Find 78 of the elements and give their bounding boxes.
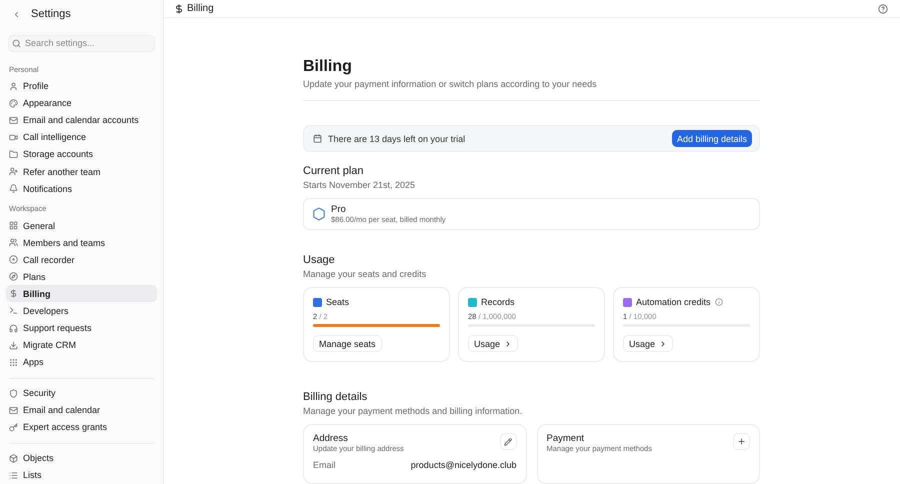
mail-icon	[9, 406, 18, 415]
add-button[interactable]	[733, 433, 750, 450]
sidebar-item[interactable]: Refer another team	[6, 163, 157, 180]
mail-icon	[9, 116, 18, 125]
search-icon	[12, 38, 21, 48]
sidebar-item[interactable]: Support requests	[6, 320, 157, 337]
field-label: Email	[313, 460, 336, 470]
people-icon	[9, 238, 18, 248]
section-title: Current plan	[303, 165, 365, 177]
sidebar-item[interactable]: Members and teams	[6, 234, 157, 252]
sidebar-item[interactable]: Plans	[6, 268, 157, 286]
person-icon	[9, 82, 18, 91]
section-subtitle: Starts November 21st, 2025	[303, 180, 416, 190]
card-title: Payment	[546, 433, 585, 444]
plan-name: Pro	[331, 204, 347, 215]
page-subtitle: Update your payment information or switch plans according to your needs	[303, 79, 598, 89]
sidebar-item[interactable]: Billing	[6, 285, 157, 302]
plus-icon	[737, 437, 746, 446]
sidebar-item[interactable]: Lists	[6, 466, 157, 484]
sidebar-item[interactable]: Call recorder	[6, 251, 157, 268]
sidebar-title: Settings	[31, 8, 71, 20]
calendar-icon	[313, 134, 322, 143]
section-subtitle: Manage your payment methods and billing information.	[303, 406, 524, 416]
search-field[interactable]: Search settings...	[8, 34, 155, 52]
section-title: Billing details	[303, 391, 368, 403]
headphones-icon	[9, 324, 18, 333]
folder-icon	[9, 150, 18, 159]
usage-name: Records	[481, 297, 515, 307]
disc-icon	[9, 255, 18, 264]
add-billing-details-button[interactable]: Add billing details	[672, 130, 752, 147]
sidebar-item[interactable]: General	[6, 217, 157, 234]
pencil-icon	[504, 438, 512, 446]
card-title: Address	[313, 433, 349, 444]
sidebar-item[interactable]: Email and calendar accounts	[6, 112, 157, 129]
usage-name: Automation credits	[636, 297, 711, 307]
page-title: Billing	[303, 58, 353, 76]
sidebar-item[interactable]: Profile	[6, 78, 157, 95]
sidebar-item[interactable]: Security	[6, 384, 157, 402]
download-icon	[9, 340, 18, 350]
box-icon	[9, 454, 18, 463]
terminal-icon	[9, 306, 18, 316]
grid-icon	[9, 221, 18, 230]
sidebar-item[interactable]: Storage accounts	[6, 146, 157, 163]
sidebar-item[interactable]: Appearance	[6, 94, 157, 112]
shield-icon	[9, 388, 18, 398]
sidebar-item[interactable]: Apps	[6, 354, 157, 371]
usage-name: Seats	[326, 297, 350, 307]
help-icon[interactable]	[878, 4, 888, 14]
field-value: products@nicelydone.club	[410, 460, 516, 470]
trial-message: There are 13 days left on your trial	[328, 134, 466, 144]
sidebar-item[interactable]: Call intelligence	[6, 128, 157, 146]
usage-action-button[interactable]: Manage seats	[313, 335, 382, 352]
palette-icon	[9, 98, 18, 108]
header-title: Billing	[187, 3, 215, 14]
edit-button[interactable]	[500, 433, 516, 450]
list-icon	[9, 470, 18, 480]
video-icon	[9, 132, 18, 142]
usage-action-button[interactable]: Usage	[623, 335, 674, 352]
info-icon[interactable]	[714, 298, 723, 306]
compass-icon	[9, 272, 18, 282]
sidebar-item[interactable]: Notifications	[6, 180, 157, 198]
sidebar-item[interactable]: Email and calendar	[6, 402, 157, 419]
key-icon	[9, 422, 18, 432]
sidebar-item[interactable]: Expert access grants	[6, 418, 157, 436]
dollar-icon	[174, 4, 184, 14]
dots-grid-icon	[9, 358, 18, 367]
sidebar-item[interactable]: Developers	[6, 302, 157, 320]
section-subtitle: Manage your seats and credits	[303, 269, 428, 279]
bell-icon	[9, 184, 18, 194]
hexagon-icon	[312, 207, 326, 221]
sidebar-item[interactable]: Objects	[6, 450, 157, 467]
back-icon[interactable]	[12, 10, 21, 19]
usage-action-button[interactable]: Usage	[468, 335, 518, 352]
person-plus-icon	[9, 167, 18, 176]
search-input[interactable]: Search settings...	[25, 38, 154, 48]
dollar-icon	[9, 289, 18, 298]
section-title: Usage	[303, 254, 336, 266]
sidebar-item[interactable]: Migrate CRM	[6, 336, 157, 354]
